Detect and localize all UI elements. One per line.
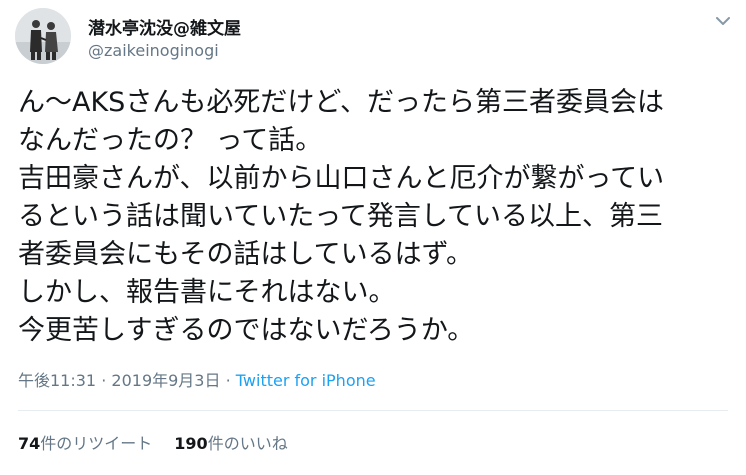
tweet-text-line: るという話は聞いていたって発言している以上、第三 (18, 201, 664, 232)
meta-separator: · (225, 371, 231, 390)
like-label: 件のいいね (207, 434, 288, 453)
display-name[interactable]: 潜水亭沈没@雑文屋 (88, 14, 241, 39)
tweet-date[interactable]: 2019年9月3日 (111, 371, 220, 390)
likes-stat[interactable]: 190件のいいね (174, 430, 287, 454)
tweet-text-line: しかし、報告書にそれはない。 (18, 277, 396, 308)
tweet-card: 潜水亭沈没@雑文屋 @zaikeinoginogi ん〜AKSさんも必死だけど、… (0, 0, 746, 475)
like-count: 190 (174, 434, 208, 453)
tweet-source-link[interactable]: Twitter for iPhone (236, 371, 376, 390)
retweet-count: 74 (18, 434, 41, 453)
tweet-text: ん〜AKSさんも必死だけど、だったら第三者委員会は なんだったの？ って話。 吉… (18, 84, 733, 350)
tweet-text-line: 者委員会にもその話はしているはず。 (18, 239, 473, 270)
tweet-stats: 74件のリツイート 190件のいいね (18, 430, 288, 454)
user-handle[interactable]: @zaikeinoginogi (88, 41, 219, 60)
tweet-text-line: 今更苦しすぎるのではないだろうか。 (18, 315, 475, 346)
tweet-metadata: 午後11:31 · 2019年9月3日 · Twitter for iPhone (18, 367, 376, 391)
tweet-text-line: 吉田豪さんが、以前から山口さんと厄介が繋がってい (18, 163, 665, 194)
tweet-text-line: なんだったの？ って話。 (18, 125, 323, 156)
avatar[interactable] (15, 8, 71, 64)
profile-photo-icon (15, 8, 71, 64)
tweet-text-line: ん〜AKSさんも必死だけど、だったら第三者委員会は (18, 87, 664, 118)
tweet-menu-button[interactable] (712, 12, 734, 30)
tweet-time[interactable]: 午後11:31 (18, 371, 96, 390)
divider (18, 410, 728, 411)
chevron-down-icon (716, 16, 730, 25)
retweets-stat[interactable]: 74件のリツイート (18, 430, 152, 454)
retweet-label: 件のリツイート (40, 434, 153, 453)
meta-separator: · (101, 371, 107, 390)
